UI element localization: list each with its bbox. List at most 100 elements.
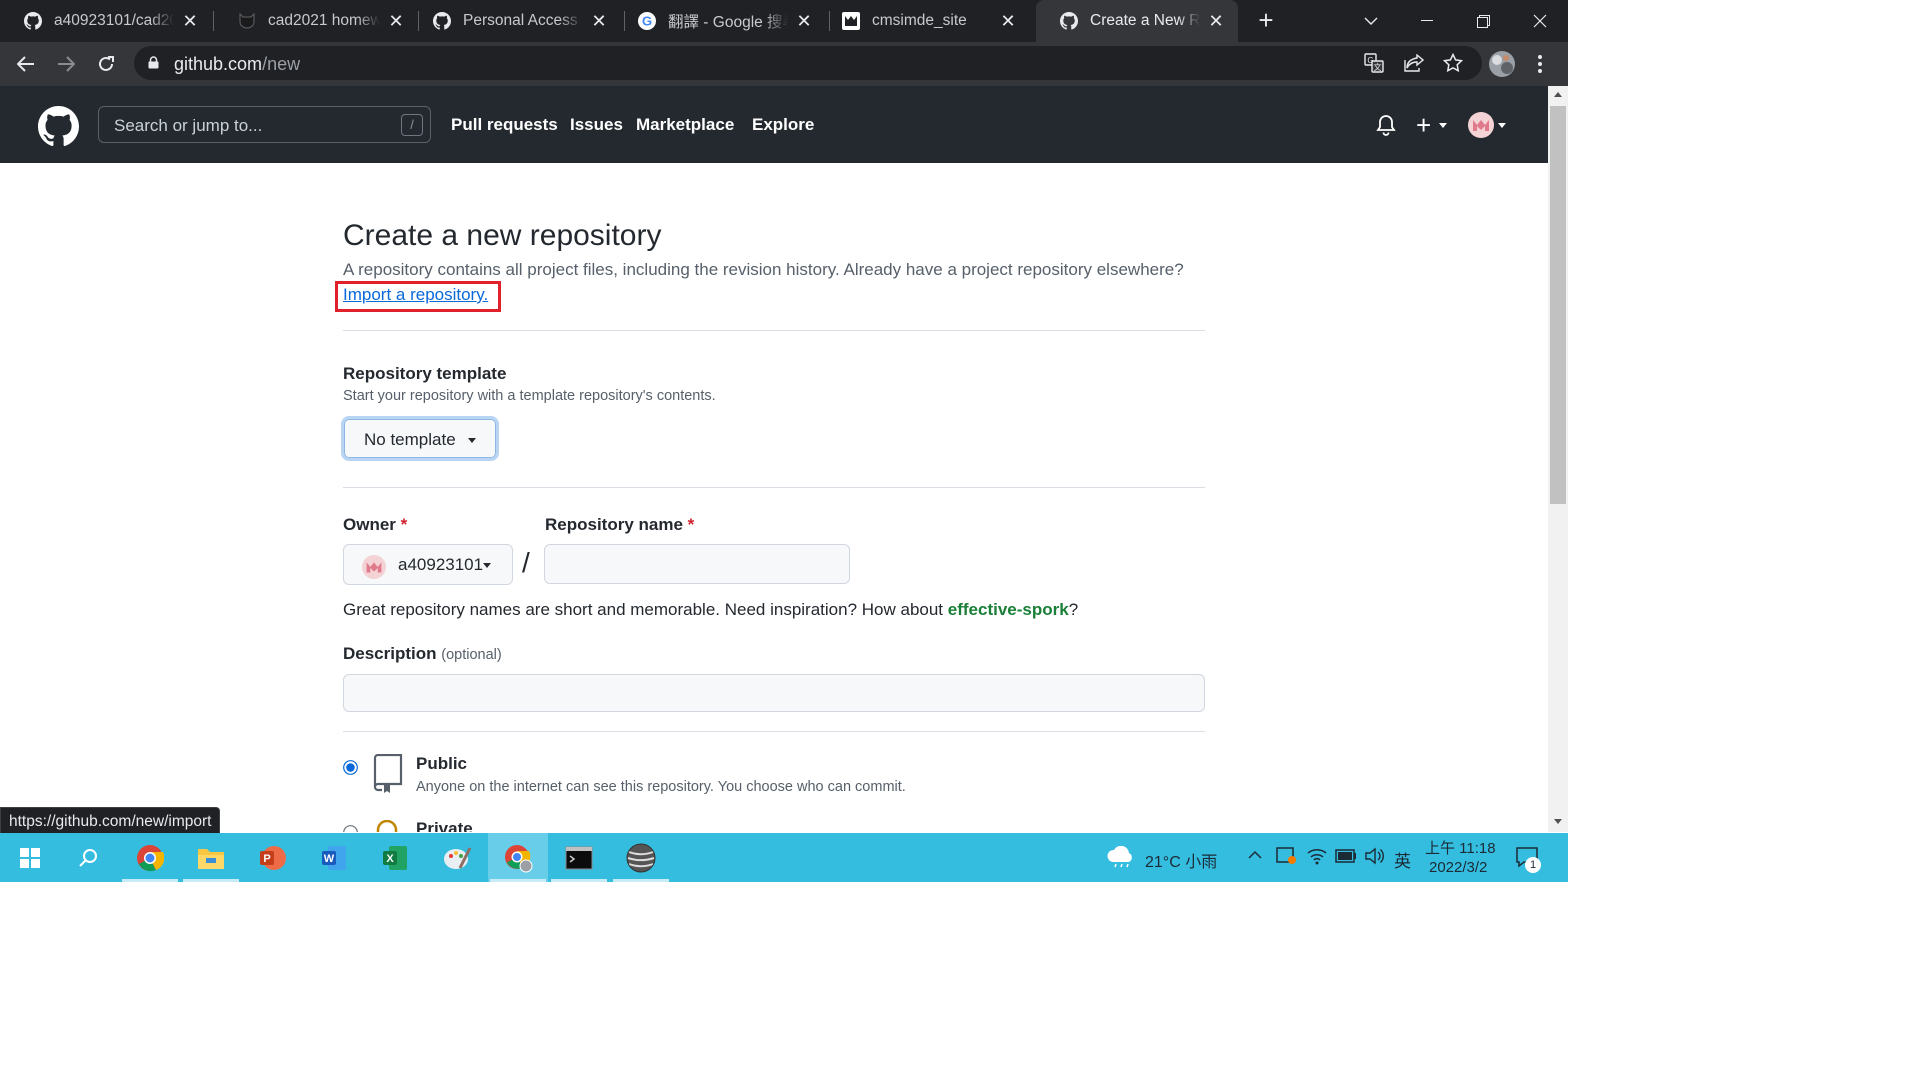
bookmark-star-icon[interactable] [1442,52,1464,78]
volume-icon[interactable] [1364,847,1384,870]
terminal-icon[interactable] [549,833,609,882]
link-status-bubble: https://github.com/new/import [0,807,221,834]
lock-icon [374,819,400,832]
repo-name-input[interactable] [544,544,850,584]
clock-date[interactable]: 2022/3/2 [1429,859,1487,876]
notification-center-icon[interactable]: 1 [1515,846,1541,875]
public-radio[interactable] [343,760,358,780]
chrome-profile-icon[interactable] [488,833,548,882]
minimize-icon[interactable] [1399,0,1455,42]
back-arrow-icon[interactable] [8,46,44,82]
device-icon[interactable] [1276,846,1298,871]
template-label: Repository template [343,364,507,383]
public-description: Anyone on the internet can see this repo… [416,779,906,795]
tab-personal-access-tokens[interactable]: Personal Access Tokens ✕ [409,0,621,42]
search-input[interactable]: Search or jump to... / [98,106,431,143]
scroll-up-arrow-icon[interactable] [1554,92,1562,97]
bell-icon[interactable] [1376,114,1396,141]
import-repository-link[interactable]: Import a repository. [343,285,488,305]
svg-text:G: G [642,14,652,29]
restore-icon[interactable] [1455,0,1511,42]
url-host: github.com [174,54,263,74]
new-tab-button[interactable]: + [1252,7,1280,35]
excel-icon[interactable]: X [365,833,425,882]
sphere-app-icon[interactable] [611,833,671,882]
page-subtitle: A repository contains all project files,… [343,260,1184,279]
search-icon[interactable] [58,833,118,882]
tab-title: Personal Access Tokens [463,12,583,29]
github-header: Search or jump to... / Pull requests Iss… [0,86,1548,163]
scrollbar-thumb[interactable] [1550,106,1566,504]
tab-title: cmsimde_site [872,12,967,29]
owner-label-text: Owner [343,515,396,534]
share-icon[interactable] [1404,53,1425,77]
owner-dropdown[interactable]: a40923101 [343,544,513,585]
tab-search-chevron-icon[interactable] [1343,0,1399,42]
chevron-up-icon[interactable] [1248,847,1262,865]
template-dropdown[interactable]: No template [341,416,499,461]
tab-github-cad2021[interactable]: a40923101/cad2021 ✕ [0,0,212,42]
powerpoint-icon[interactable]: P [242,833,302,882]
clock-time[interactable]: 上午 11:18 [1425,837,1496,858]
repo-name-hint: Great repository names are short and mem… [343,600,1078,620]
scroll-down-arrow-icon[interactable] [1554,819,1562,824]
ime-indicator[interactable]: 英 [1394,847,1411,872]
google-icon: G [638,12,656,30]
close-tab-icon[interactable]: ✕ [589,11,609,31]
private-label[interactable]: Private [416,819,473,832]
user-avatar-menu[interactable] [1468,112,1510,138]
profile-avatar[interactable] [1484,46,1520,82]
chrome-icon[interactable] [120,833,180,882]
cloud-rain-icon[interactable] [1106,845,1136,873]
battery-icon[interactable] [1335,849,1357,868]
github-icon [24,12,42,30]
repo-book-icon [371,753,403,799]
caret-down-icon [1439,123,1447,128]
weather-text[interactable]: 21°C 小雨 [1145,848,1217,872]
owner-value: a40923101 [398,555,484,574]
avatar [1468,112,1494,143]
word-icon[interactable]: W [304,833,364,882]
private-radio[interactable] [343,825,358,832]
url-text: github.com/new [174,54,300,75]
tab-create-new-repository[interactable]: Create a New Repository ✕ [1036,0,1238,42]
paint-icon[interactable] [427,833,487,882]
caret-down-icon [1498,123,1506,128]
nav-pull-requests[interactable]: Pull requests [451,115,558,135]
tab-title: cad2021 homework [268,12,380,29]
translate-icon[interactable]: G文 [1364,53,1384,78]
site-icon [842,12,860,30]
start-icon[interactable] [0,833,60,882]
wifi-icon[interactable] [1307,847,1327,870]
menu-dots-icon[interactable] [1522,46,1558,82]
forward-arrow-icon[interactable] [48,46,84,82]
close-tab-icon[interactable]: ✕ [998,11,1018,31]
tab-title: Create a New Repository [1090,12,1200,29]
tab-cad2021-homework[interactable]: cad2021 homework ✕ [214,0,418,42]
close-window-icon[interactable] [1512,0,1568,42]
required-asterisk: * [400,515,408,534]
url-path: /new [262,54,301,74]
owner-avatar [362,555,386,584]
tab-google-translate-search[interactable]: G 翻譯 - Google 搜尋 ✕ [614,0,826,42]
create-new-menu[interactable]: + [1414,112,1454,140]
public-label[interactable]: Public [416,754,467,774]
nav-marketplace[interactable]: Marketplace [636,115,734,135]
github-logo-icon[interactable] [38,106,79,152]
reload-icon[interactable] [88,46,124,82]
vertical-scrollbar[interactable] [1548,86,1568,832]
nav-issues[interactable]: Issues [570,115,623,135]
address-bar[interactable]: github.com/new G文 [134,46,1482,80]
close-tab-icon[interactable]: ✕ [180,11,200,31]
close-tab-icon[interactable]: ✕ [386,11,406,31]
github-icon [1060,12,1078,30]
close-tab-icon[interactable]: ✕ [794,11,814,31]
close-tab-icon[interactable]: ✕ [1206,11,1226,31]
name-suggestion-link[interactable]: effective-spork [948,600,1069,619]
description-input[interactable] [343,674,1205,712]
nav-explore[interactable]: Explore [752,115,814,135]
svg-text:P: P [263,853,270,865]
notification-count-badge: 1 [1525,857,1541,873]
file-explorer-icon[interactable] [181,833,241,882]
tab-cmsimde-site[interactable]: cmsimde_site ✕ [818,0,1030,42]
